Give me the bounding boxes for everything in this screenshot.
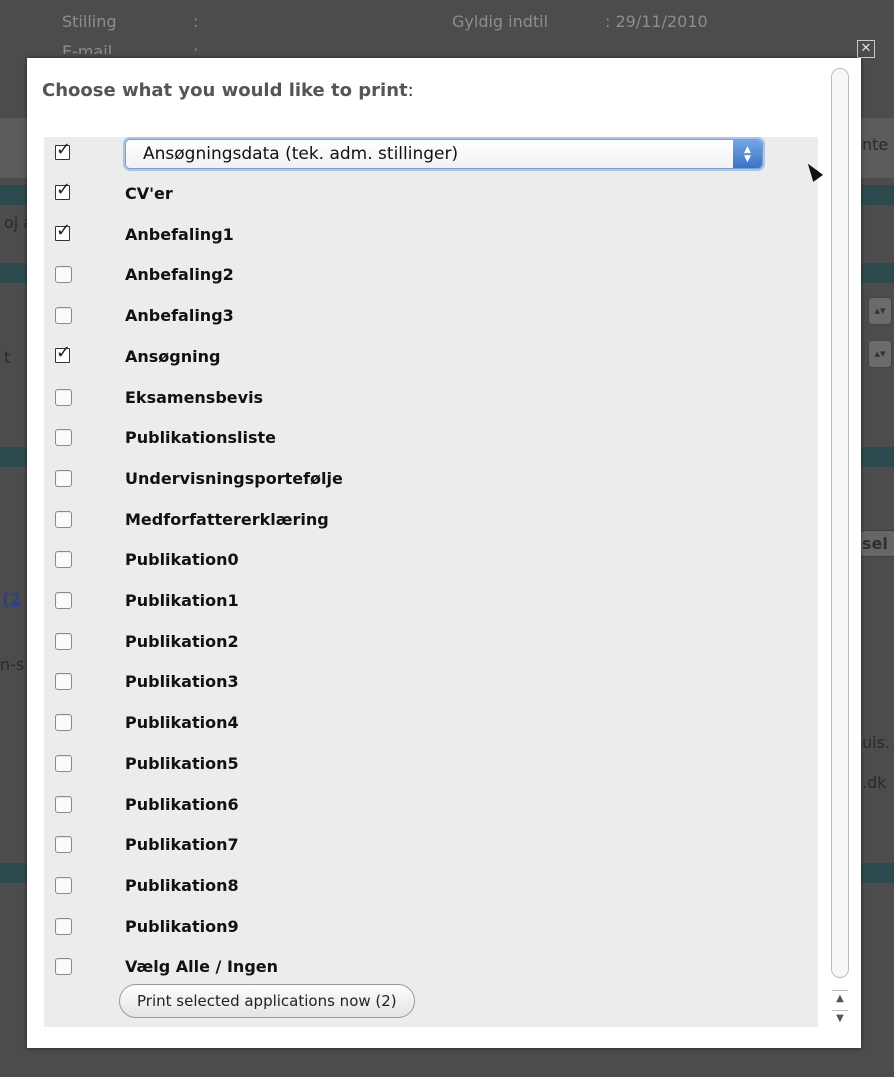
select-value: Ansøgningsdata (tek. adm. stillinger) — [143, 144, 459, 164]
dialog-title: Choose what you would like to print: — [42, 80, 414, 101]
print-option-row: Anbefaling1 — [44, 218, 818, 258]
close-icon[interactable]: ✕ — [857, 40, 875, 58]
checkbox-icon[interactable] — [55, 510, 72, 528]
print-option-row: Publikation7 — [44, 828, 818, 868]
checkbox-icon[interactable] — [55, 139, 71, 160]
checkbox-icon[interactable] — [55, 469, 72, 487]
print-option-row: Publikation6 — [44, 788, 818, 828]
select-arrows-icon: ▲ ▼ — [733, 140, 762, 168]
checkbox-icon[interactable] — [55, 958, 72, 976]
checkbox-icon[interactable] — [55, 342, 71, 363]
bg-link: (2 — [2, 590, 22, 610]
print-selected-button[interactable]: Print selected applications now (2) — [119, 984, 415, 1018]
print-option-label: Publikation8 — [125, 875, 239, 895]
bg-label-gyldig: Gyldig indtil — [452, 12, 549, 31]
bg-stepper-1: ▴▾ — [868, 297, 892, 325]
checkbox-icon[interactable] — [55, 754, 72, 772]
print-option-label: Publikation5 — [125, 753, 239, 773]
application-data-select[interactable]: Ansøgningsdata (tek. adm. stillinger) ▲ ▼ — [125, 139, 763, 169]
print-option-label: Anbefaling3 — [125, 306, 234, 326]
print-option-label: Publikationsliste — [125, 428, 277, 448]
print-option-label: Vælg Alle / Ingen — [125, 957, 279, 977]
checkbox-icon[interactable] — [55, 795, 72, 813]
print-option-label: CV'er — [125, 184, 173, 203]
print-option-row: Anbefaling3 — [44, 299, 818, 339]
bg-right-text-3: .dk — [862, 773, 887, 792]
checkbox-icon[interactable] — [55, 179, 71, 200]
bg-left-text-3: n-s — [0, 655, 25, 674]
print-option-row: Anbefaling2 — [44, 258, 818, 298]
checkbox-icon[interactable] — [55, 429, 72, 447]
select-row: Ansøgningsdata (tek. adm. stillinger) ▲▼ — [44, 137, 818, 177]
print-option-row: Publikation3 — [44, 665, 818, 705]
print-option-label: Medforfattererklæring — [125, 509, 329, 529]
checkbox-icon[interactable] — [55, 836, 72, 854]
bg-value-date: : 29/11/2010 — [605, 12, 708, 31]
bg-sep: : — [193, 12, 199, 31]
checkbox-icon[interactable] — [55, 220, 71, 241]
print-option-label: Publikation2 — [125, 631, 239, 651]
print-option-label: Eksamensbevis — [125, 387, 264, 407]
bg-right-text: nte — [862, 135, 889, 154]
print-option-label: Publikation1 — [125, 591, 239, 610]
checkbox-icon[interactable] — [55, 632, 72, 650]
scrollbar[interactable]: ▲ ▼ — [830, 58, 850, 1048]
print-option-label: Publikation6 — [125, 794, 239, 814]
scroll-thumb[interactable] — [831, 68, 849, 978]
checkbox-icon[interactable] — [55, 266, 72, 284]
checkbox-icon[interactable] — [55, 673, 72, 691]
print-option-row: Eksamensbevis — [44, 381, 818, 421]
bg-label-stilling: Stilling — [62, 12, 117, 31]
print-option-label: Ansøgning — [125, 346, 221, 366]
print-option-row: Undervisningsportefølje — [44, 462, 818, 502]
checkbox-icon[interactable] — [55, 388, 72, 406]
scroll-down-arrow-icon[interactable]: ▼ — [832, 1010, 848, 1027]
print-option-label: Publikation9 — [125, 916, 239, 936]
print-option-row: Publikation8 — [44, 869, 818, 909]
print-option-row: Publikation4 — [44, 706, 818, 746]
print-option-row: Ansøgning — [44, 340, 818, 380]
checkbox-icon[interactable] — [55, 714, 72, 732]
print-option-row: Publikation9 — [44, 910, 818, 950]
print-option-row: Publikationsliste — [44, 421, 818, 461]
print-option-row: Publikation0 — [44, 543, 818, 583]
bg-stepper-2: ▴▾ — [868, 340, 892, 368]
checkbox-icon[interactable] — [55, 307, 72, 325]
print-option-label: Publikation7 — [125, 835, 239, 855]
print-option-row: Publikation5 — [44, 747, 818, 787]
print-dialog: Choose what you would like to print: Ans… — [27, 58, 861, 1048]
checkbox-icon[interactable] — [55, 592, 72, 609]
print-option-label: Undervisningsportefølje — [125, 468, 343, 488]
print-option-label: Publikation4 — [125, 713, 239, 733]
bg-label-email: E-mail — [62, 42, 113, 54]
checkbox-icon[interactable] — [55, 917, 72, 935]
checkbox-icon[interactable] — [55, 551, 72, 569]
print-option-label: Anbefaling1 — [125, 224, 234, 244]
print-option-label: Publikation3 — [125, 672, 239, 692]
print-option-row: Medforfattererklæring — [44, 503, 818, 543]
print-option-row: Publikation1 — [44, 584, 818, 624]
bg-right-text-2: uis. — [862, 733, 891, 752]
scroll-up-arrow-icon[interactable]: ▲ — [832, 990, 848, 1007]
print-option-row: Publikation2 — [44, 625, 818, 665]
print-option-label: Publikation0 — [125, 550, 239, 570]
print-option-row: CV'er — [44, 177, 818, 217]
checkbox-icon[interactable] — [55, 876, 72, 894]
print-option-label: Anbefaling2 — [125, 265, 234, 285]
bg-left-text-2: t — [4, 348, 11, 367]
bg-sep-2: : — [193, 42, 199, 54]
print-options-panel: Ansøgningsdata (tek. adm. stillinger) ▲▼… — [44, 137, 818, 1027]
